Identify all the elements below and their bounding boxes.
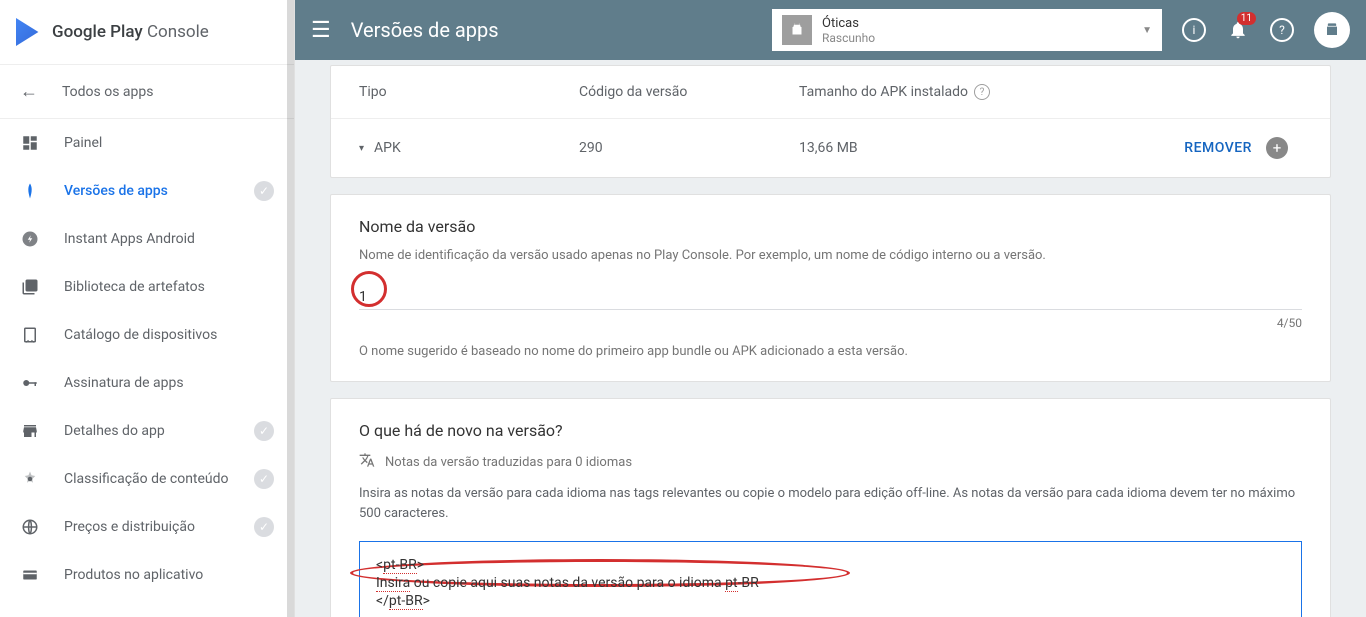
check-icon: ✓ <box>254 421 274 441</box>
col-size-header: Tamanho do APK instalado ? <box>799 84 1059 100</box>
sidebar-item-assinatura[interactable]: Assinatura de apps <box>0 359 294 407</box>
notification-badge: 11 <box>1237 12 1256 25</box>
char-count: 4/50 <box>359 316 1302 330</box>
hamburger-icon[interactable]: ☰ <box>311 18 331 43</box>
nav-label: Catálogo de dispositivos <box>64 327 274 343</box>
nav-label: Detalhes do app <box>64 423 230 439</box>
translate-row: Notas da versão traduzidas para 0 idioma… <box>359 452 1302 472</box>
table-row: ▾ APK 290 13,66 MB REMOVER + <box>331 118 1330 177</box>
whats-new-card: O que há de novo na versão? Notas da ver… <box>330 398 1331 617</box>
bolt-icon <box>20 229 40 249</box>
notes-description: Insira as notas da versão para cada idio… <box>359 484 1302 523</box>
remove-button[interactable]: REMOVER <box>1184 140 1252 156</box>
apk-expand-toggle[interactable]: ▾ APK <box>359 140 579 156</box>
suggestion-text: O nome sugerido é baseado no nome do pri… <box>359 344 1302 359</box>
nav-label: Preços e distribuição <box>64 519 230 535</box>
back-label: Todos os apps <box>62 84 154 100</box>
version-subtitle: Nome de identificação da versão usado ap… <box>359 248 1302 263</box>
notifications-button[interactable]: 11 <box>1226 18 1250 42</box>
key-icon <box>20 373 40 393</box>
app-status: Rascunho <box>822 31 1132 45</box>
row-type: APK <box>374 140 401 156</box>
page-title: Versões de apps <box>351 18 499 42</box>
sidebar-item-produtos[interactable]: Produtos no aplicativo <box>0 551 294 599</box>
globe-icon <box>20 517 40 537</box>
chevron-down-icon: ▾ <box>359 143 364 154</box>
sidebar-item-classificacao[interactable]: Classificação de conteúdo ✓ <box>0 455 294 503</box>
sidebar: Google Play Console ← Todos os apps Pain… <box>0 0 295 617</box>
nav-label: Painel <box>64 135 274 151</box>
whatsnew-title: O que há de novo na versão? <box>359 421 1302 440</box>
library-icon <box>20 277 40 297</box>
col-type-header: Tipo <box>359 84 579 100</box>
rocket-icon <box>20 181 40 201</box>
back-to-all-apps[interactable]: ← Todos os apps <box>0 65 294 119</box>
app-selector[interactable]: Óticas Rascunho ▼ <box>772 9 1162 51</box>
check-icon: ✓ <box>254 469 274 489</box>
avatar[interactable] <box>1314 12 1350 48</box>
sidebar-item-instant[interactable]: Instant Apps Android <box>0 215 294 263</box>
logo-text: Google Play Console <box>52 22 209 42</box>
rating-icon <box>20 469 40 489</box>
table-header: Tipo Código da versão Tamanho do APK ins… <box>331 66 1330 118</box>
dashboard-icon <box>20 133 40 153</box>
play-logo-icon <box>16 18 44 46</box>
nav-label: Assinatura de apps <box>64 375 274 391</box>
nav-label: Produtos no aplicativo <box>64 567 274 583</box>
check-icon: ✓ <box>254 181 274 201</box>
nav-label: Instant Apps Android <box>64 231 274 247</box>
device-icon <box>20 325 40 345</box>
app-name: Óticas <box>822 16 1132 31</box>
back-arrow-icon: ← <box>20 81 38 102</box>
info-icon[interactable]: i <box>1182 18 1206 42</box>
col-code-header: Código da versão <box>579 84 799 100</box>
sidebar-item-versoes[interactable]: Versões de apps ✓ <box>0 167 294 215</box>
check-icon: ✓ <box>254 517 274 537</box>
topbar: ☰ Versões de apps Óticas Rascunho ▼ i 11… <box>295 0 1366 60</box>
logo[interactable]: Google Play Console <box>0 0 294 65</box>
card-icon <box>20 565 40 585</box>
nav-label: Classificação de conteúdo <box>64 471 230 487</box>
row-size: 13,66 MB <box>799 140 1059 156</box>
version-title: Nome da versão <box>359 217 1302 236</box>
help-icon[interactable]: ? <box>974 84 990 100</box>
sidebar-item-biblioteca[interactable]: Biblioteca de artefatos <box>0 263 294 311</box>
store-icon <box>20 421 40 441</box>
chevron-down-icon: ▼ <box>1142 25 1152 36</box>
sidebar-item-catalogo[interactable]: Catálogo de dispositivos <box>0 311 294 359</box>
translate-text: Notas da versão traduzidas para 0 idioma… <box>385 455 632 470</box>
main: ☰ Versões de apps Óticas Rascunho ▼ i 11… <box>295 0 1366 617</box>
android-icon <box>782 15 812 45</box>
nav-label: Versões de apps <box>64 183 230 199</box>
nav-label: Biblioteca de artefatos <box>64 279 274 295</box>
translate-icon <box>359 452 375 472</box>
sidebar-item-detalhes[interactable]: Detalhes do app ✓ <box>0 407 294 455</box>
release-notes-textarea[interactable]: <pt-BR> Insira ou copie aqui suas notas … <box>359 541 1302 617</box>
version-name-input[interactable] <box>359 285 1302 310</box>
add-button[interactable]: + <box>1266 137 1288 159</box>
row-code: 290 <box>579 140 799 156</box>
content: Tipo Código da versão Tamanho do APK ins… <box>295 60 1366 617</box>
sidebar-item-painel[interactable]: Painel <box>0 119 294 167</box>
version-name-card: Nome da versão Nome de identificação da … <box>330 194 1331 382</box>
sidebar-item-precos[interactable]: Preços e distribuição ✓ <box>0 503 294 551</box>
apk-table-card: Tipo Código da versão Tamanho do APK ins… <box>330 65 1331 178</box>
help-icon[interactable]: ? <box>1270 18 1294 42</box>
